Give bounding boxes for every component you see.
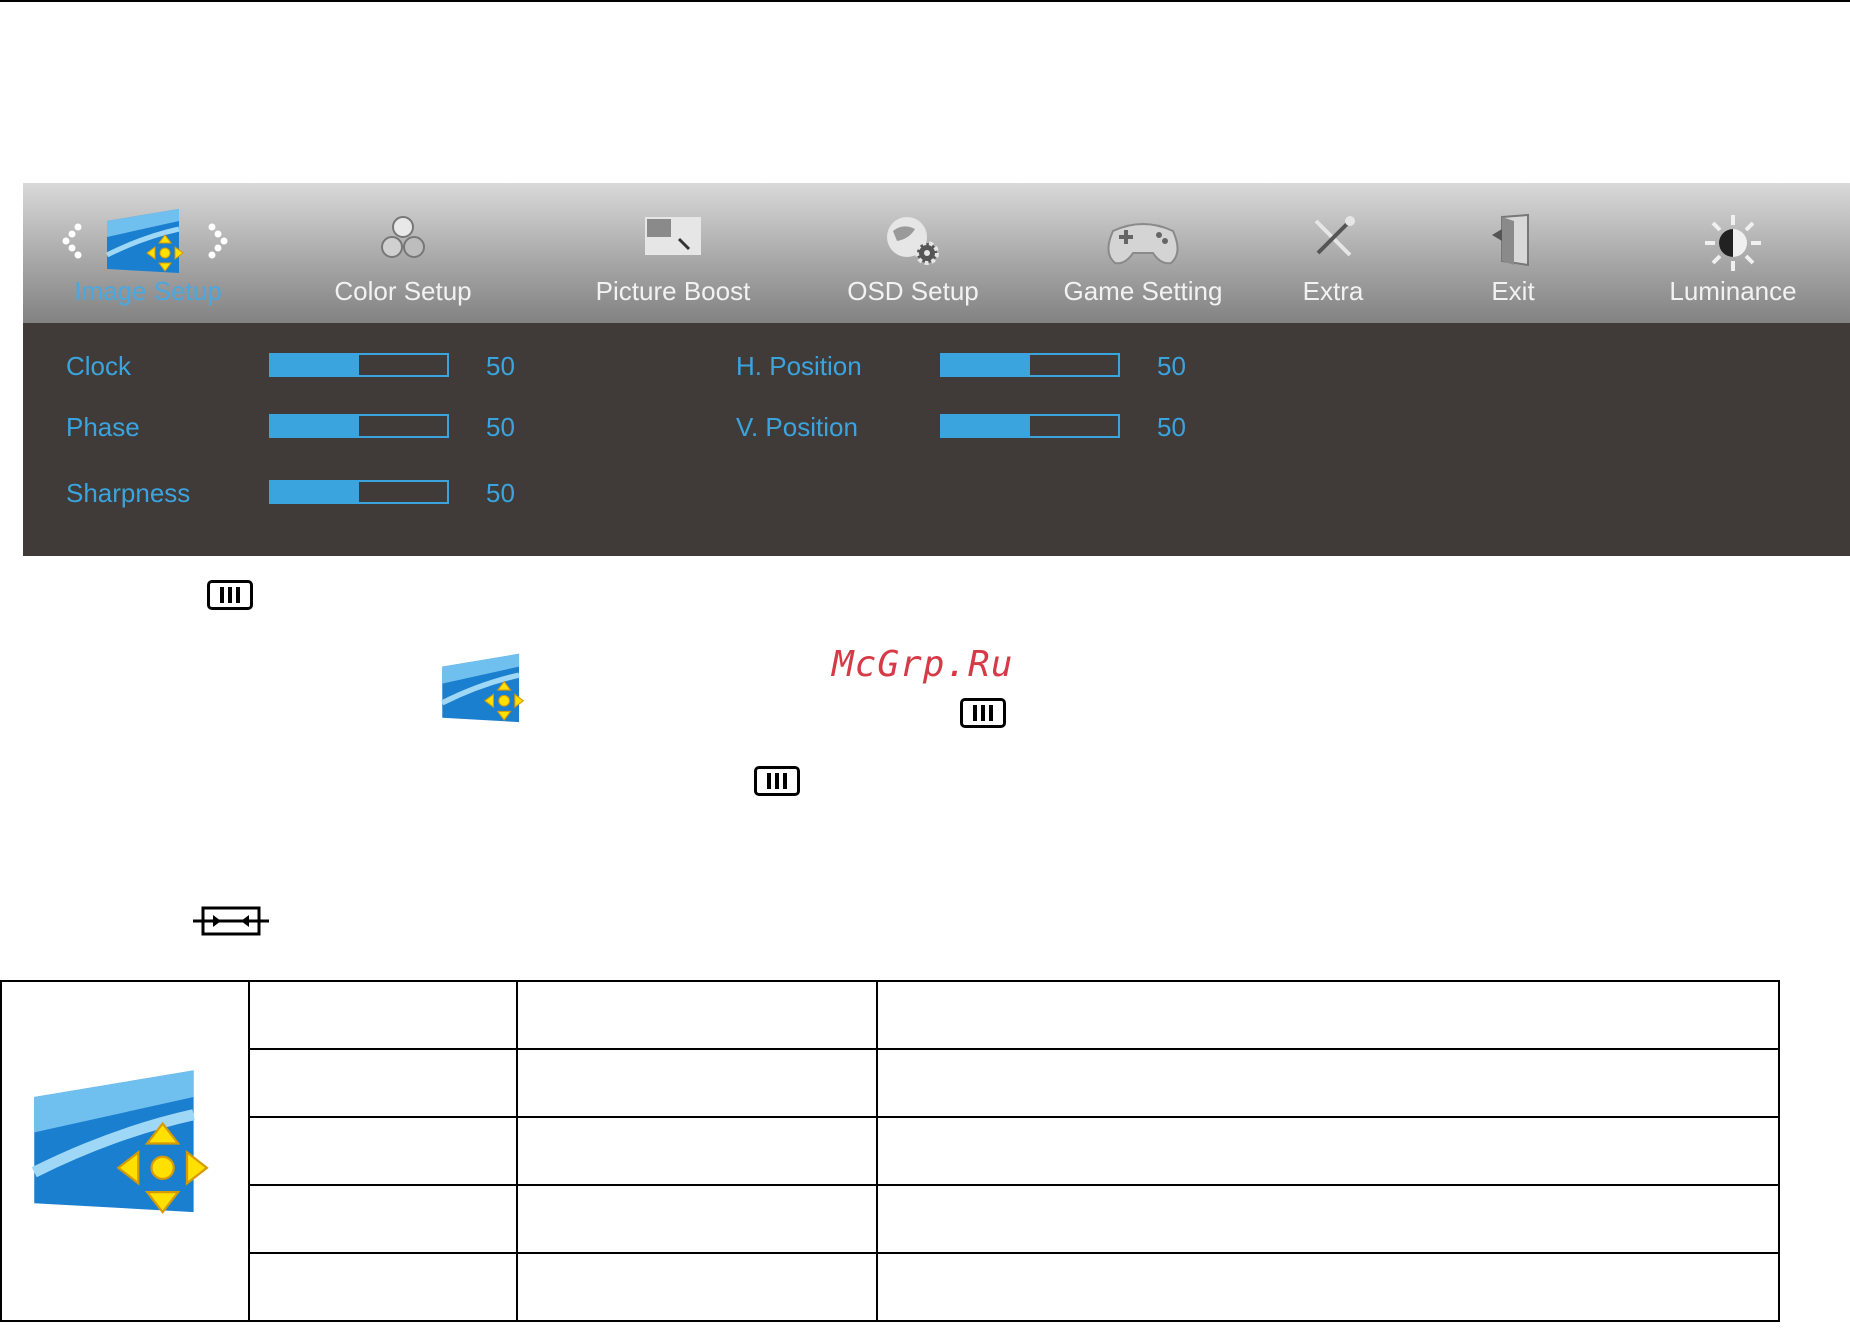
table-cell (876, 1116, 1780, 1186)
tab-luminance[interactable]: Luminance (1623, 183, 1843, 323)
menu-button-icon (207, 580, 253, 610)
table-cell (248, 1048, 518, 1118)
color-setup-icon (381, 216, 425, 258)
table-cell (876, 1184, 1780, 1254)
menu-button-icon (960, 698, 1006, 728)
table-cell (248, 980, 518, 1050)
tab-label: Color Setup (334, 276, 472, 306)
v-position-value: 50 (1157, 412, 1186, 442)
sun-icon (1705, 215, 1761, 271)
sharpness-slider[interactable] (269, 480, 449, 504)
auto-adjust-button-icon (193, 906, 269, 936)
v-position-label: V. Position (736, 412, 858, 442)
chevron-left-icon[interactable] (60, 223, 82, 259)
table-cell (516, 1116, 878, 1186)
picture-boost-icon (645, 217, 701, 255)
slider-fill (271, 355, 359, 375)
menu-button-icon (754, 766, 800, 796)
image-setup-icon (441, 653, 525, 723)
table-cell (876, 1252, 1780, 1322)
top-rule (0, 0, 1850, 2)
osd-tab-bar: Image Setup Color Setup Picture Boost OS… (23, 183, 1850, 323)
table-row (1, 1116, 1780, 1186)
tab-label: OSD Setup (847, 276, 979, 306)
slider-fill (271, 416, 359, 436)
slider-fill (942, 416, 1030, 436)
v-position-slider[interactable] (940, 414, 1120, 438)
tab-label: Extra (1302, 276, 1364, 306)
tab-label: Game Setting (1063, 276, 1223, 306)
h-position-label: H. Position (736, 351, 862, 381)
slider-fill (942, 355, 1030, 375)
sharpness-value: 50 (486, 478, 515, 508)
tab-game-setting[interactable]: Game Setting (1033, 183, 1253, 323)
clock-label: Clock (66, 351, 132, 381)
sharpness-label: Sharpness (66, 478, 191, 508)
tab-extra[interactable]: Extra (1253, 183, 1413, 323)
tab-picture-boost[interactable]: Picture Boost (563, 183, 783, 323)
tab-label: Exit (1491, 276, 1535, 306)
extra-tools-icon (1314, 216, 1355, 257)
table-cell (248, 1252, 518, 1322)
table-row (1, 1048, 1780, 1118)
osd-settings-panel: Clock 50 Phase 50 Sharpness 50 H. Positi… (23, 323, 1850, 556)
clock-slider[interactable] (269, 353, 449, 377)
table-cell (876, 980, 1780, 1050)
image-setup-icon (31, 1069, 209, 1214)
h-position-slider[interactable] (940, 353, 1120, 377)
table-icon-cell (0, 980, 250, 1322)
chevron-right-icon[interactable] (208, 223, 230, 259)
tab-label: Luminance (1669, 276, 1797, 306)
osd-setup-icon (887, 217, 939, 265)
gamepad-icon (1107, 223, 1179, 265)
table-cell (516, 980, 878, 1050)
image-setup-icon (105, 209, 184, 273)
slider-fill (271, 482, 359, 502)
watermark: McGrp.Ru (832, 644, 1014, 685)
table-cell (516, 1252, 878, 1322)
h-position-value: 50 (1157, 351, 1186, 381)
settings-table (0, 980, 1780, 1322)
phase-slider[interactable] (269, 414, 449, 438)
osd-menu: Image Setup Color Setup Picture Boost OS… (23, 183, 1850, 556)
tab-osd-setup[interactable]: OSD Setup (813, 183, 1013, 323)
table-cell (516, 1184, 878, 1254)
tab-color-setup[interactable]: Color Setup (303, 183, 503, 323)
tab-label: Picture Boost (595, 276, 751, 306)
table-cell (248, 1116, 518, 1186)
tab-exit[interactable]: Exit (1433, 183, 1593, 323)
table-cell (876, 1048, 1780, 1118)
phase-label: Phase (66, 412, 140, 442)
table-cell (248, 1184, 518, 1254)
table-cell (516, 1048, 878, 1118)
table-row (1, 1184, 1780, 1254)
clock-value: 50 (486, 351, 515, 381)
tab-image-setup[interactable]: Image Setup (48, 183, 248, 323)
exit-door-icon (1492, 213, 1529, 267)
table-row (1, 1252, 1780, 1322)
phase-value: 50 (486, 412, 515, 442)
tab-label: Image Setup (74, 276, 222, 306)
